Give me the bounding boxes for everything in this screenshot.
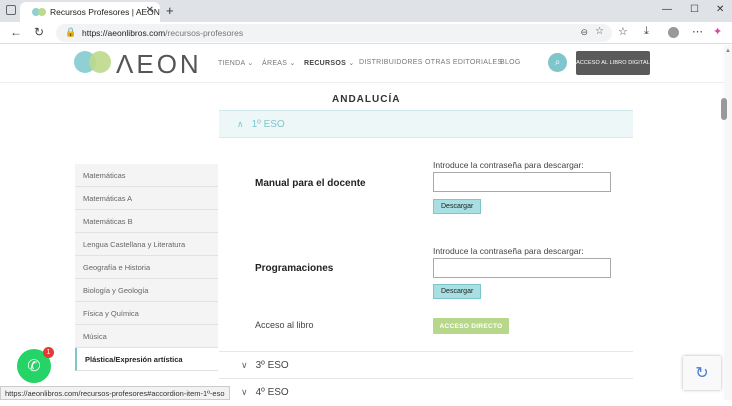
- more-menu-icon[interactable]: ⋯: [692, 25, 703, 38]
- url-path: /recursos-profesores: [165, 28, 244, 38]
- sidebar-item[interactable]: Lengua Castellana y Literatura: [75, 233, 218, 256]
- url-domain: https://aeonlibros.com: [82, 28, 166, 38]
- accordion-label: 3º ESO: [255, 359, 289, 371]
- chevron-down-icon: ∨: [241, 387, 248, 397]
- lock-icon: 🔒: [65, 27, 77, 37]
- menu-blog[interactable]: BLOG: [500, 59, 521, 66]
- logo-mark[interactable]: [74, 51, 114, 73]
- sidebar-item-active[interactable]: Plástica/Expresión artística: [75, 348, 218, 371]
- site-header: ΛEON TIENDA ⌄ ÁREAS ⌄ RECURSOS ⌄ DISTRIB…: [0, 45, 724, 83]
- sidebar-item[interactable]: Matemáticas: [75, 164, 218, 187]
- chevron-up-icon: ∧: [237, 118, 244, 129]
- favicon-icon: [32, 8, 46, 16]
- sidebar-item[interactable]: Biología y Geología: [75, 279, 218, 302]
- browser-nav-bar: ← ↻ 🔒 https://aeonlibros.com/recursos-pr…: [0, 22, 732, 44]
- accordion-label: 4º ESO: [255, 387, 289, 398]
- back-icon[interactable]: ←: [10, 25, 22, 39]
- notification-badge: 1: [43, 347, 54, 358]
- profile-avatar-icon[interactable]: [668, 27, 679, 38]
- menu-recursos[interactable]: RECURSOS ⌄: [304, 59, 355, 67]
- accordion-item-4-eso[interactable]: ∨ 4º ESO: [219, 379, 633, 406]
- sidebar-item[interactable]: Geografía e Historia: [75, 256, 218, 279]
- reader-icon[interactable]: ⊖: [580, 27, 588, 38]
- search-icon[interactable]: ⌕: [548, 53, 567, 72]
- favorite-icon[interactable]: ☆: [595, 26, 604, 37]
- digital-book-button[interactable]: ACCESO AL LIBRO DIGITAL: [576, 51, 650, 75]
- menu-distribuidores[interactable]: DISTRIBUIDORES: [359, 59, 423, 66]
- direct-access-button[interactable]: ACCESO DIRECTO: [433, 318, 509, 334]
- sidebar-item[interactable]: Matemáticas B: [75, 210, 218, 233]
- reload-icon[interactable]: ↻: [34, 25, 44, 39]
- tab-actions-icon[interactable]: [6, 5, 16, 15]
- password-input[interactable]: [433, 172, 611, 192]
- password-label: Introduce la contraseña para descargar:: [433, 160, 584, 170]
- menu-tienda[interactable]: TIENDA ⌄: [218, 59, 254, 67]
- download-button[interactable]: Descargar: [433, 199, 482, 214]
- minimize-icon[interactable]: —: [662, 4, 672, 15]
- browser-tab[interactable]: Recursos Profesores | AEON ✕: [20, 2, 160, 22]
- accordion-closed: ∨ 3º ESO ∨ 4º ESO: [219, 351, 633, 406]
- resource-title: Manual para el docente: [255, 178, 366, 189]
- close-window-icon[interactable]: ✕: [716, 4, 724, 15]
- password-input[interactable]: [433, 258, 611, 278]
- favorites-icon[interactable]: ☆: [618, 25, 628, 38]
- accordion-item-3-eso[interactable]: ∨ 3º ESO: [219, 352, 633, 379]
- logo-text[interactable]: ΛEON: [116, 49, 202, 80]
- status-bar-url: https://aeonlibros.com/recursos-profesor…: [0, 386, 230, 400]
- new-tab-icon[interactable]: +: [166, 3, 174, 18]
- sidebar-item[interactable]: Física y Química: [75, 302, 218, 325]
- recaptcha-icon[interactable]: ↻: [683, 356, 721, 390]
- chevron-down-icon: ∨: [241, 359, 248, 370]
- scrollbar-thumb[interactable]: [721, 98, 727, 120]
- accordion-item-1-eso[interactable]: ∧ 1º ESO: [219, 111, 633, 138]
- accordion: ∧ 1º ESO: [219, 110, 633, 138]
- subject-sidebar: Matemáticas Matemáticas A Matemáticas B …: [75, 164, 218, 371]
- maximize-icon[interactable]: ☐: [690, 4, 699, 15]
- download-button[interactable]: Descargar: [433, 284, 482, 299]
- menu-areas[interactable]: ÁREAS ⌄: [262, 59, 296, 67]
- accordion-label: 1º ESO: [251, 118, 285, 130]
- browser-tab-bar: Recursos Profesores | AEON ✕ + — ☐ ✕: [0, 0, 732, 22]
- password-label: Introduce la contraseña para descargar:: [433, 246, 584, 256]
- sidebar-item[interactable]: Música: [75, 325, 218, 348]
- copilot-icon[interactable]: ✦: [713, 25, 722, 38]
- book-access-label: Acceso al libro: [255, 320, 314, 330]
- tab-title: Recursos Profesores | AEON: [50, 7, 160, 17]
- menu-otras-editoriales[interactable]: OTRAS EDITORIALES: [425, 59, 502, 66]
- download-icon[interactable]: ⤓: [644, 25, 649, 38]
- sidebar-item[interactable]: Matemáticas A: [75, 187, 218, 210]
- close-tab-icon[interactable]: ✕: [146, 5, 154, 16]
- scroll-up-icon[interactable]: ▲: [725, 48, 731, 54]
- address-bar[interactable]: 🔒 https://aeonlibros.com/recursos-profes…: [56, 24, 612, 42]
- region-title: ANDALUCÍA: [332, 94, 401, 105]
- resource-title: Programaciones: [255, 263, 334, 274]
